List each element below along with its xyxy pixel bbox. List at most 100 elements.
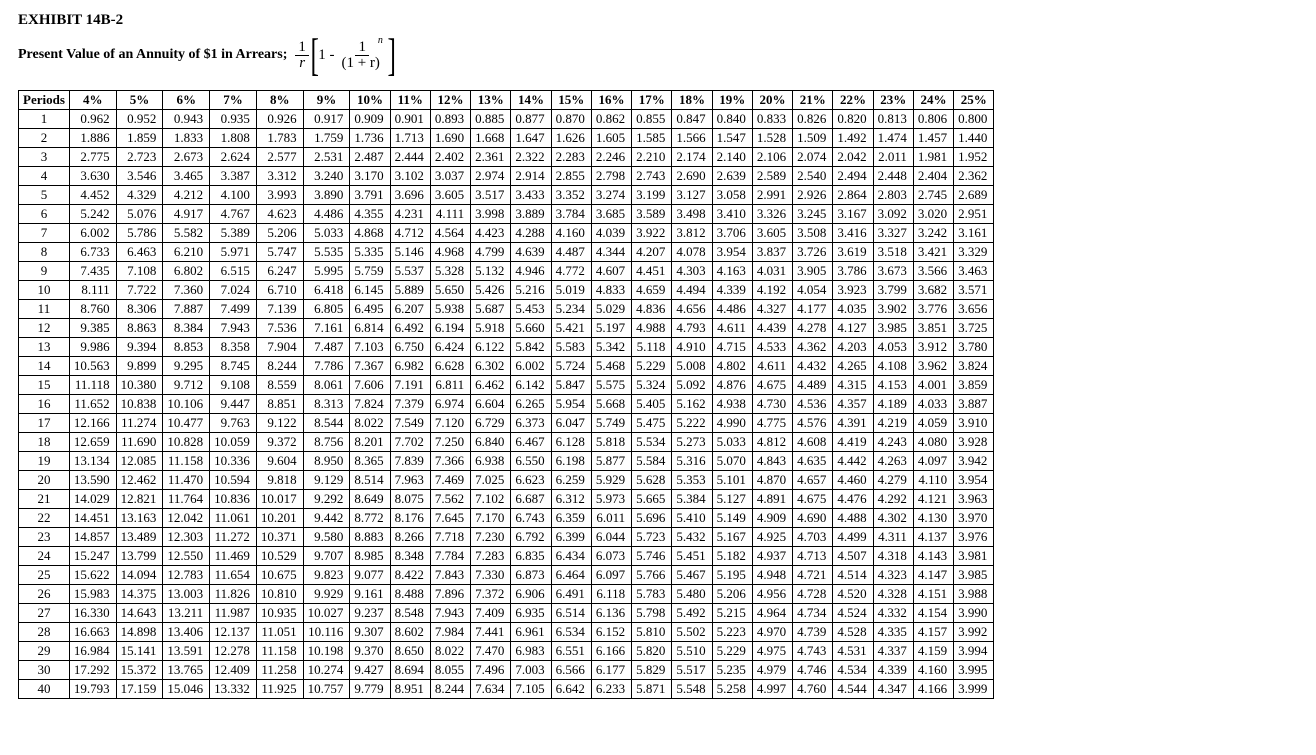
value-cell: 6.047 [551,413,591,432]
value-cell: 5.696 [632,508,672,527]
value-cell: 4.163 [712,261,752,280]
value-cell: 3.329 [954,242,994,261]
value-cell: 4.039 [591,223,631,242]
value-cell: 7.379 [390,394,430,413]
value-cell: 7.372 [471,584,511,603]
value-cell: 3.981 [954,546,994,565]
value-cell: 4.997 [752,679,792,698]
value-cell: 6.073 [591,546,631,565]
frac-num: 1 [295,40,309,56]
subtitle: Present Value of an Annuity of $1 in Arr… [18,47,287,63]
value-cell: 6.044 [591,527,631,546]
value-cell: 4.452 [69,185,116,204]
value-cell: 3.127 [672,185,712,204]
period-cell: 12 [19,318,70,337]
value-cell: 2.855 [551,166,591,185]
value-cell: 4.033 [913,394,953,413]
value-cell: 4.948 [752,565,792,584]
value-cell: 2.798 [591,166,631,185]
table-body: 10.9620.9520.9430.9350.9260.9170.9090.90… [19,109,994,698]
value-cell: 3.630 [69,166,116,185]
value-cell: 10.059 [210,432,257,451]
value-cell: 5.973 [591,489,631,508]
table-row: 3017.29215.37213.76512.40911.25810.2749.… [19,660,994,679]
table-row: 54.4524.3294.2124.1003.9933.8903.7913.69… [19,185,994,204]
value-cell: 5.223 [712,622,752,641]
value-cell: 11.118 [69,375,116,394]
value-cell: 10.027 [303,603,350,622]
value-cell: 6.194 [430,318,470,337]
value-cell: 0.806 [913,109,953,128]
value-cell: 12.166 [69,413,116,432]
value-cell: 8.244 [430,679,470,698]
value-cell: 5.146 [390,242,430,261]
value-cell: 1.474 [873,128,913,147]
value-cell: 10.336 [210,451,257,470]
table-row: 1712.16611.27410.4779.7639.1228.5448.022… [19,413,994,432]
value-cell: 3.706 [712,223,752,242]
value-cell: 3.161 [954,223,994,242]
value-cell: 3.673 [873,261,913,280]
value-cell: 5.167 [712,527,752,546]
value-cell: 6.002 [511,356,551,375]
value-cell: 6.464 [551,565,591,584]
value-cell: 5.829 [632,660,672,679]
value-cell: 4.968 [430,242,470,261]
value-cell: 3.780 [954,337,994,356]
value-cell: 3.954 [954,470,994,489]
value-cell: 4.337 [873,641,913,660]
value-cell: 7.499 [210,299,257,318]
value-cell: 5.650 [430,280,470,299]
value-cell: 8.244 [256,356,303,375]
value-cell: 5.132 [471,261,511,280]
value-cell: 4.544 [833,679,873,698]
value-cell: 3.992 [954,622,994,641]
value-cell: 6.710 [256,280,303,299]
value-cell: 5.389 [210,223,257,242]
value-cell: 6.233 [591,679,631,698]
rate-header: 7% [210,90,257,109]
value-cell: 7.702 [390,432,430,451]
value-cell: 5.583 [551,337,591,356]
value-cell: 3.589 [632,204,672,223]
value-cell: 0.893 [430,109,470,128]
value-cell: 2.210 [632,147,672,166]
table-row: 21.8861.8591.8331.8081.7831.7591.7361.71… [19,128,994,147]
value-cell: 5.195 [712,565,752,584]
value-cell: 7.003 [511,660,551,679]
value-cell: 3.685 [591,204,631,223]
value-cell: 6.302 [471,356,511,375]
value-cell: 4.391 [833,413,873,432]
value-cell: 12.462 [116,470,163,489]
value-cell: 8.055 [430,660,470,679]
value-cell: 16.330 [69,603,116,622]
value-cell: 7.496 [471,660,511,679]
value-cell: 4.938 [712,394,752,413]
value-cell: 3.942 [954,451,994,470]
value-cell: 5.033 [303,223,350,242]
value-cell: 13.134 [69,451,116,470]
frac-num: 1 [355,40,369,56]
value-cell: 4.476 [833,489,873,508]
value-cell: 13.799 [116,546,163,565]
value-cell: 0.943 [163,109,210,128]
value-cell: 1.647 [511,128,551,147]
value-cell: 4.203 [833,337,873,356]
value-cell: 1.605 [591,128,631,147]
value-cell: 2.639 [712,166,752,185]
value-cell: 2.951 [954,204,994,223]
value-cell: 8.694 [390,660,430,679]
value-cell: 11.158 [256,641,303,660]
value-cell: 2.246 [591,147,631,166]
value-cell: 7.441 [471,622,511,641]
value-cell: 10.675 [256,565,303,584]
value-cell: 5.747 [256,242,303,261]
period-cell: 9 [19,261,70,280]
value-cell: 10.371 [256,527,303,546]
value-cell: 4.137 [913,527,953,546]
value-cell: 3.682 [913,280,953,299]
value-cell: 1.783 [256,128,303,147]
value-cell: 11.654 [210,565,257,584]
value-cell: 0.862 [591,109,631,128]
period-cell: 1 [19,109,70,128]
